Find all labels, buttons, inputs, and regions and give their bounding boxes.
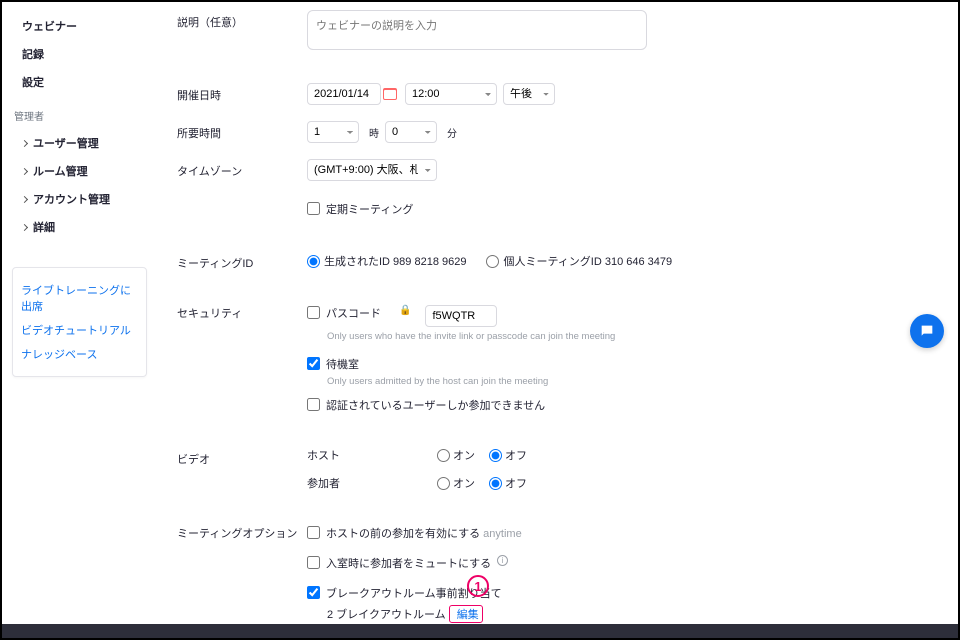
help-fab[interactable] bbox=[910, 314, 944, 348]
video-participant-label: 参加者 bbox=[307, 475, 437, 491]
footer-bar bbox=[2, 624, 958, 638]
description-input[interactable] bbox=[307, 10, 647, 50]
label-timezone: タイムゾーン bbox=[177, 159, 307, 181]
help-card: ライブトレーニングに出席 ビデオチュートリアル ナレッジベース bbox=[12, 267, 147, 377]
label-video: ビデオ bbox=[177, 447, 307, 491]
help-live-training[interactable]: ライブトレーニングに出席 bbox=[21, 278, 138, 318]
nav-advanced[interactable]: 詳細 bbox=[2, 213, 157, 241]
minutes-unit: 分 bbox=[447, 125, 457, 140]
label-meeting-options: ミーティングオプション bbox=[177, 521, 307, 638]
nav-webinar[interactable]: ウェビナー bbox=[2, 12, 157, 40]
label-description: 説明（任意） bbox=[177, 10, 307, 53]
join-before-host-checkbox[interactable] bbox=[307, 526, 320, 539]
waiting-room-label: 待機室 bbox=[326, 356, 359, 372]
meeting-id-generated-label: 生成されたID 989 8218 9629 bbox=[324, 253, 466, 269]
label-security: セキュリティ bbox=[177, 301, 307, 417]
video-participant-off[interactable] bbox=[489, 477, 502, 490]
nav-account-mgmt[interactable]: アカウント管理 bbox=[2, 185, 157, 213]
meeting-id-personal[interactable] bbox=[486, 255, 499, 268]
nav-recordings[interactable]: 記録 bbox=[2, 40, 157, 68]
chevron-right-icon bbox=[21, 139, 28, 146]
label-meeting-id: ミーティングID bbox=[177, 251, 307, 271]
auth-only-label: 認証されているユーザーしか参加できません bbox=[326, 397, 545, 413]
sidebar: ウェビナー 記録 設定 管理者 ユーザー管理 ルーム管理 アカウント管理 詳細 … bbox=[2, 2, 157, 638]
recurring-checkbox[interactable] bbox=[307, 202, 320, 215]
help-video-tutorial[interactable]: ビデオチュートリアル bbox=[21, 318, 138, 342]
help-knowledge-base[interactable]: ナレッジベース bbox=[21, 342, 138, 366]
nav-settings[interactable]: 設定 bbox=[2, 68, 157, 96]
recurring-label: 定期ミーティング bbox=[326, 201, 413, 217]
passcode-checkbox[interactable] bbox=[307, 306, 320, 319]
nav-user-mgmt[interactable]: ユーザー管理 bbox=[2, 129, 157, 157]
waiting-room-checkbox[interactable] bbox=[307, 357, 320, 370]
time-select[interactable]: 12:00 bbox=[405, 83, 497, 105]
calendar-icon[interactable] bbox=[383, 88, 397, 100]
breakout-count-label: 2 ブレイクアウトルーム bbox=[327, 609, 446, 621]
label-date: 開催日時 bbox=[177, 83, 307, 105]
breakout-edit-link[interactable]: 編集 bbox=[457, 609, 479, 621]
annotation-callout-1: 1 bbox=[467, 575, 489, 597]
main-form: 説明（任意） 開催日時 12:00 午後 所要時間 1 bbox=[157, 2, 958, 638]
label-duration: 所要時間 bbox=[177, 121, 307, 143]
chevron-right-icon bbox=[21, 167, 28, 174]
waiting-room-hint: Only users admitted by the host can join… bbox=[327, 376, 918, 387]
ampm-select[interactable]: 午後 bbox=[503, 83, 555, 105]
hours-unit: 時 bbox=[369, 125, 379, 140]
auth-only-checkbox[interactable] bbox=[307, 398, 320, 411]
date-input[interactable] bbox=[307, 83, 381, 105]
join-before-host-suffix: anytime bbox=[483, 528, 522, 540]
timezone-select[interactable]: (GMT+9:00) 大阪、札幌、… bbox=[307, 159, 437, 181]
meeting-id-personal-label: 個人ミーティングID 310 646 3479 bbox=[503, 253, 672, 269]
duration-hours[interactable]: 1 bbox=[307, 121, 359, 143]
passcode-hint: Only users who have the invite link or p… bbox=[327, 331, 918, 342]
chevron-right-icon bbox=[21, 195, 28, 202]
video-host-label: ホスト bbox=[307, 447, 437, 463]
sidebar-admin-header: 管理者 bbox=[2, 98, 157, 127]
nav-room-mgmt[interactable]: ルーム管理 bbox=[2, 157, 157, 185]
join-before-host-label: ホストの前の参加を有効にする bbox=[326, 528, 480, 540]
video-participant-on[interactable] bbox=[437, 477, 450, 490]
mute-on-entry-label: 入室時に参加者をミュートにする bbox=[326, 555, 491, 571]
passcode-input[interactable] bbox=[425, 305, 497, 327]
passcode-label: パスコード bbox=[326, 305, 381, 321]
duration-minutes[interactable]: 0 bbox=[385, 121, 437, 143]
video-host-on[interactable] bbox=[437, 449, 450, 462]
breakout-preassign-checkbox[interactable] bbox=[307, 586, 320, 599]
info-icon[interactable]: i bbox=[497, 555, 508, 566]
meeting-id-generated[interactable] bbox=[307, 255, 320, 268]
mute-on-entry-checkbox[interactable] bbox=[307, 556, 320, 569]
lock-icon: 🔒 bbox=[399, 305, 411, 316]
chevron-right-icon bbox=[21, 223, 28, 230]
video-host-off[interactable] bbox=[489, 449, 502, 462]
chat-icon bbox=[919, 323, 935, 339]
